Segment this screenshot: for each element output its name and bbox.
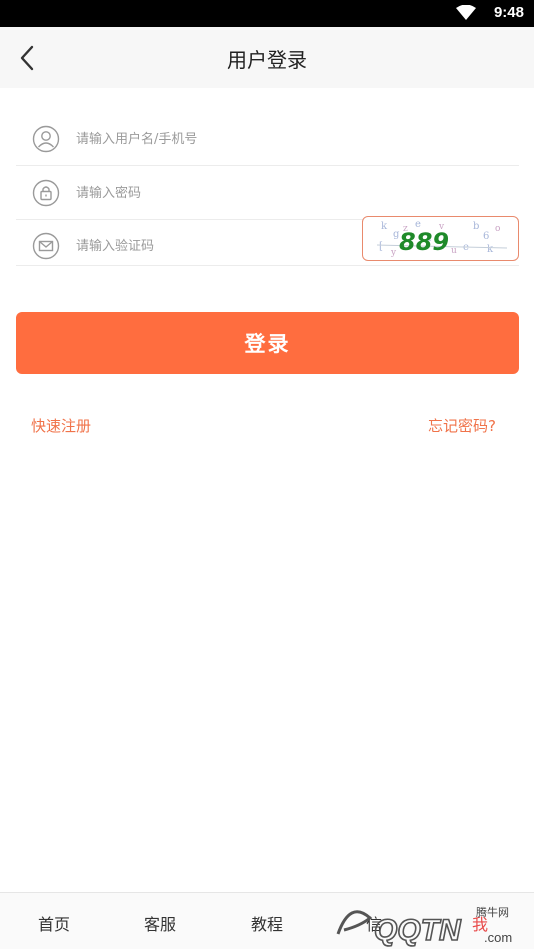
svg-text:k: k	[381, 221, 388, 232]
svg-text:[: [	[379, 241, 383, 252]
login-button[interactable]: 登录	[16, 312, 519, 374]
qqtn-logo-icon: QQTN 腾牛网 .com	[336, 905, 512, 948]
watermark-domain: .com	[484, 930, 512, 945]
username-field-row	[16, 112, 519, 166]
username-input[interactable]	[76, 124, 356, 154]
user-icon	[32, 125, 60, 153]
svg-text:y: y	[390, 248, 397, 258]
password-input[interactable]	[76, 178, 356, 208]
qqtn-watermark: QQTN 腾牛网 .com	[330, 896, 534, 949]
wifi-icon	[456, 5, 476, 20]
captcha-image[interactable]: kge tb6 [ek zvo uy 889	[362, 216, 519, 261]
forgot-password-link[interactable]: 忘记密码?	[428, 415, 496, 436]
captcha-noise: kge tb6 [ek zvo uy 889	[376, 219, 508, 258]
svg-text:o: o	[495, 224, 500, 234]
page-title: 用户登录	[227, 48, 307, 72]
status-bar: 9:48	[0, 0, 534, 27]
lock-icon	[32, 179, 60, 207]
svg-text:b: b	[473, 221, 479, 232]
tab-tutorial[interactable]: 教程	[237, 911, 297, 935]
svg-text:u: u	[451, 246, 457, 256]
register-link[interactable]: 快速注册	[31, 415, 91, 436]
tab-home[interactable]: 首页	[24, 911, 84, 935]
svg-text:6: 6	[483, 231, 489, 242]
mail-icon	[32, 232, 60, 260]
svg-text:k: k	[487, 244, 494, 255]
app-bar: 用户登录	[0, 27, 534, 88]
watermark-sub: 腾牛网	[476, 905, 509, 919]
status-time: 9:48	[493, 4, 524, 21]
tab-customer-service[interactable]: 客服	[130, 911, 190, 935]
watermark-text: QQTN	[374, 914, 462, 947]
captcha-input[interactable]	[76, 231, 356, 261]
captcha-digits: 889	[399, 228, 449, 256]
